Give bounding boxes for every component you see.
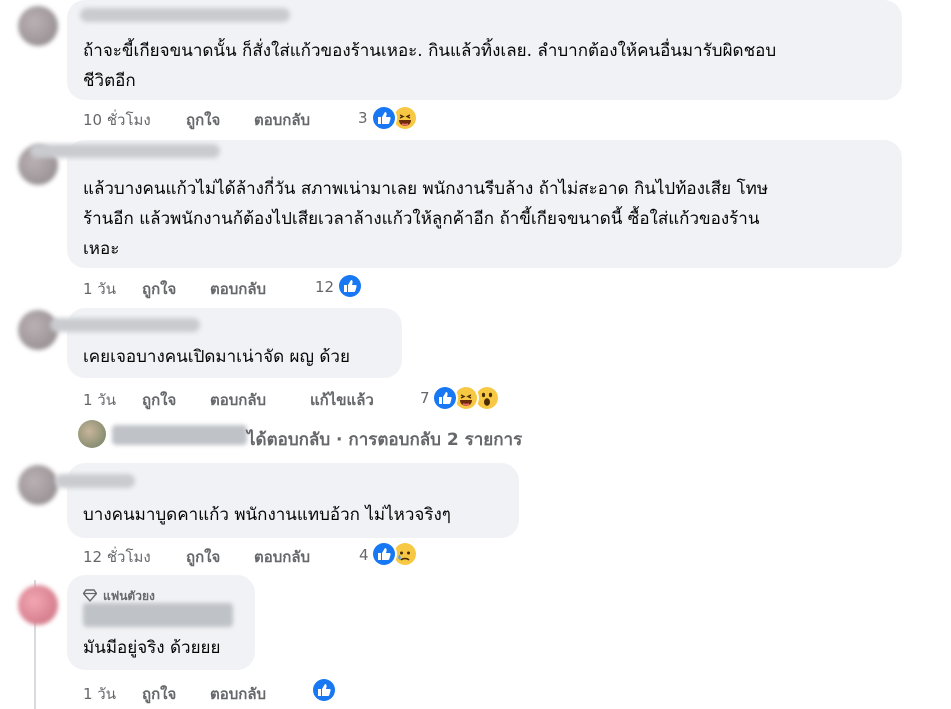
commenter-name[interactable] (30, 144, 220, 158)
like-button[interactable]: ถูกใจ (142, 682, 176, 706)
reply-button[interactable]: ตอบกลับ (210, 682, 266, 706)
wow-icon (476, 387, 498, 409)
like-icon[interactable] (313, 679, 335, 701)
like-icon (373, 107, 395, 129)
avatar[interactable] (18, 465, 58, 505)
commenter-name[interactable] (83, 603, 233, 627)
commenter-name[interactable] (55, 474, 135, 488)
comment-text-line: แล้วบางคนแก้วไม่ได้ล้างกี่วัน สภาพเน่ามา… (83, 179, 769, 199)
comment-timestamp[interactable]: 1 วัน (83, 277, 116, 301)
commenter-name[interactable] (80, 8, 290, 22)
comment-text-line: ถ้าจะขี้เกียจขนาดนั้น ก็สั่งใส่แก้วของร้… (83, 41, 777, 61)
haha-icon (455, 387, 477, 409)
reply-button[interactable]: ตอบกลับ (254, 545, 310, 569)
comment-text-line: ชีวิตอีก (83, 71, 136, 91)
comment-timestamp[interactable]: 1 วัน (83, 682, 116, 706)
view-replies-link[interactable]: ได้ตอบกลับ · การตอบกลับ 2 รายการ (247, 426, 522, 453)
replier-name[interactable] (112, 425, 247, 445)
comment-text-line: มันมีอยู่จริง ด้วยยย (83, 638, 221, 658)
sad-icon (394, 543, 416, 565)
comment-text-line: เคยเจอบางคนเปิดมาเน่าจัด ผญ ด้วย (83, 347, 350, 367)
comment-text-line: บางคนมาบูดคาแก้ว พนักงานแทบอ้วก ไม่ไหวจร… (83, 505, 451, 525)
haha-icon (394, 107, 416, 129)
edited-label[interactable]: แก้ไขแล้ว (310, 388, 374, 412)
comment-timestamp[interactable]: 1 วัน (83, 388, 116, 412)
comment-timestamp[interactable]: 10 ชั่วโมง (83, 108, 151, 132)
like-button[interactable]: ถูกใจ (142, 388, 176, 412)
reply-button[interactable]: ตอบกลับ (210, 277, 266, 301)
like-icon (373, 543, 395, 565)
comment-timestamp[interactable]: 12 ชั่วโมง (83, 545, 151, 569)
commenter-name[interactable] (50, 318, 200, 332)
like-icon (434, 387, 456, 409)
avatar[interactable] (18, 585, 58, 625)
like-button[interactable]: ถูกใจ (186, 108, 220, 132)
reaction-count[interactable]: 12 (315, 278, 334, 296)
reply-avatar[interactable] (78, 420, 106, 448)
comment-text-line: เหอะ (83, 239, 120, 259)
reaction-count[interactable]: 7 (420, 389, 430, 407)
comment-text-line: ร้านอีก แล้วพนักงานก้ต้องไปเสียเวลาล้างแ… (83, 209, 760, 229)
like-button[interactable]: ถูกใจ (142, 277, 176, 301)
reaction-count[interactable]: 4 (359, 546, 369, 564)
avatar[interactable] (18, 6, 58, 46)
reaction-count[interactable]: 3 (358, 109, 368, 127)
like-icon (339, 275, 361, 297)
like-button[interactable]: ถูกใจ (186, 545, 220, 569)
reply-button[interactable]: ตอบกลับ (210, 388, 266, 412)
reply-button[interactable]: ตอบกลับ (254, 108, 310, 132)
